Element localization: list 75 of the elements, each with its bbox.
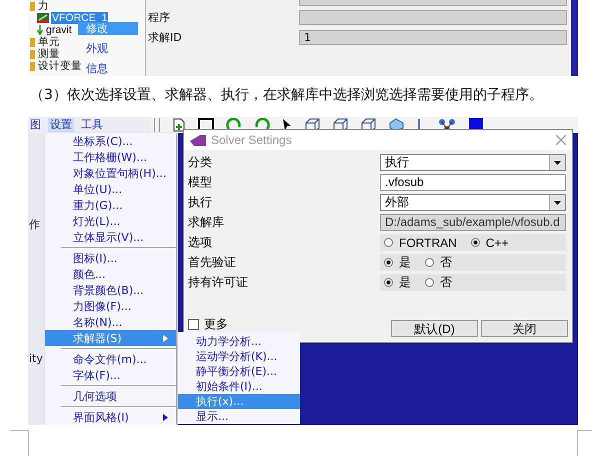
menu-item[interactable]: 显示... [178, 409, 300, 424]
menu-item[interactable]: 运动学分析(K)... [178, 349, 300, 364]
menu-item[interactable]: 名称(N)... [45, 314, 176, 330]
field-label: 执行 [188, 194, 213, 211]
radio-button[interactable] [425, 258, 434, 267]
folder-icon [30, 2, 35, 10]
menu-item[interactable]: 坐标系(C)... [45, 133, 176, 149]
tree-item[interactable]: 力 [37, 0, 50, 12]
menu-item[interactable]: 背景颜色(B)... [45, 282, 176, 298]
new-file-icon[interactable] [172, 118, 186, 132]
tree-item[interactable]: 单元 [37, 36, 61, 48]
menu-item[interactable]: 对象位置句柄(H)... [45, 165, 176, 181]
field-label: 首先验证 [188, 254, 237, 271]
text-fragment: ity [28, 352, 43, 365]
menu-bar-item[interactable]: 设置 [48, 118, 74, 132]
menu-item[interactable]: 单位(U)... [45, 181, 176, 197]
checkbox-label: 更多 [204, 316, 228, 333]
force-icon [37, 13, 49, 23]
field-label: 程序 [147, 10, 171, 24]
radio-button[interactable] [384, 238, 393, 247]
menu-item[interactable]: 字体(F)... [45, 367, 176, 383]
tree-item[interactable]: 设计变量 [37, 60, 83, 72]
tree-item[interactable]: 测量 [37, 48, 61, 60]
menu-item[interactable]: 力图像(F)... [45, 298, 176, 314]
input-field[interactable]: 1 [299, 30, 567, 44]
menu-item[interactable]: 重力(G)... [45, 197, 176, 213]
radio-button[interactable] [470, 238, 480, 247]
option-label: FORTRAN [399, 236, 457, 250]
pointer-icon[interactable] [282, 118, 292, 132]
menu-item[interactable]: 静平衡分析(E)... [178, 364, 300, 379]
dialog-button[interactable]: 关闭 [481, 320, 568, 337]
field-label: 分类 [188, 154, 213, 171]
menu-item[interactable]: 颜色... [45, 266, 176, 282]
dropdown[interactable]: 执行 [380, 154, 566, 171]
field-label: 求解ID [147, 30, 183, 44]
menu-bar-item[interactable]: 图 [28, 118, 43, 132]
menu-item[interactable]: 命令文件(m)... [45, 351, 176, 367]
tree-item[interactable]: gravit [45, 24, 73, 36]
caption-text: （3）依次选择设置、求解器、执行，在求解库中选择浏览选择需要使用的子程序。 [30, 86, 543, 105]
option-label: 否 [440, 254, 452, 271]
checkbox[interactable] [188, 319, 199, 330]
option-label: 否 [440, 274, 452, 291]
field-label: 持有许可证 [188, 274, 249, 291]
field-label: 选项 [188, 234, 213, 251]
menu-item[interactable]: 外观 [78, 42, 138, 55]
menu-item[interactable]: 几何选项 [45, 388, 176, 404]
option-label: C++ [486, 236, 508, 250]
menu-item[interactable]: 立体显示(V)... [45, 229, 176, 245]
page-corner-mark [10, 430, 29, 456]
option-label: 是 [399, 254, 411, 271]
menu-item[interactable]: 灯光(L)... [45, 213, 176, 229]
input-field[interactable] [299, 10, 567, 24]
menu-item[interactable]: 界面风格(I) [45, 409, 176, 425]
option-label: 是 [399, 274, 411, 291]
text-fragment: 作 [28, 217, 40, 232]
dropdown[interactable]: 外部 [380, 194, 566, 211]
caret-down-icon [554, 200, 561, 204]
arrow-down-icon [37, 25, 43, 35]
radio-button[interactable] [384, 258, 393, 267]
input-field[interactable]: .vfosub [380, 174, 566, 191]
field-label: 求解库 [188, 214, 225, 231]
caret-down-icon [554, 160, 561, 164]
window-title: Solver Settings [211, 133, 293, 147]
close-icon[interactable] [556, 135, 566, 145]
radio-button[interactable] [425, 278, 434, 287]
page-corner-mark [577, 430, 592, 456]
dialog-button[interactable]: 默认(D) [391, 320, 478, 337]
tree-item[interactable]: VFORCE_1 [51, 12, 108, 24]
menu-item[interactable]: 工作格栅(W)... [45, 149, 176, 165]
radio-button[interactable] [384, 278, 393, 287]
menu-item[interactable]: 动力学分析... [178, 334, 300, 349]
menu-item[interactable]: 图标(I)... [45, 250, 176, 266]
field-label: 模型 [188, 174, 213, 191]
menu-bar-item[interactable]: 工具 [79, 118, 105, 132]
menu-item[interactable]: 初始条件(I)... [178, 379, 300, 394]
